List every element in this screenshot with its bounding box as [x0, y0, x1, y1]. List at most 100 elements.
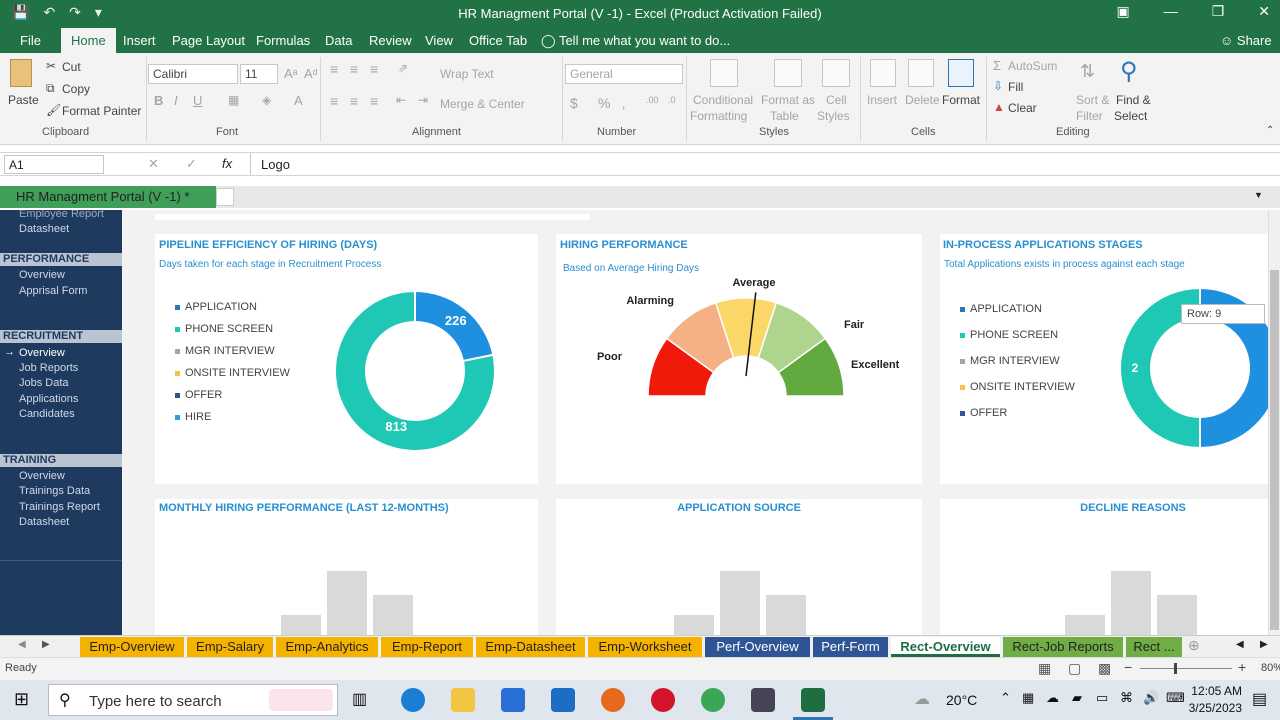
sheet-tab[interactable]: Emp-Salary	[187, 637, 273, 657]
currency-icon[interactable]: $	[570, 95, 578, 111]
align-right-icon[interactable]: ≡	[370, 93, 378, 109]
formula-input[interactable]: Logo	[250, 153, 1270, 175]
font-name-select[interactable]: Calibri	[148, 64, 238, 84]
zoom-in-icon[interactable]: +	[1238, 659, 1246, 675]
sidebar-item-employee-report[interactable]: Employee Report	[19, 210, 104, 220]
copy-button[interactable]: Copy	[62, 82, 90, 96]
tab-formulas[interactable]: Formulas	[256, 33, 310, 48]
sheet-tab[interactable]: Emp-Analytics	[276, 637, 378, 657]
align-top-icon[interactable]: ≡	[330, 61, 338, 77]
scrollbar-thumb[interactable]	[1270, 270, 1279, 630]
number-format-select[interactable]: General	[565, 64, 683, 84]
format-painter-button[interactable]: Format Painter	[62, 104, 141, 118]
page-break-view-icon[interactable]: ▩	[1098, 660, 1111, 677]
sidebar-item-trainings-report[interactable]: Trainings Report	[19, 501, 100, 513]
insert-cells-button[interactable]: Insert	[867, 93, 897, 107]
name-box[interactable]: A1	[4, 155, 104, 174]
percent-icon[interactable]: %	[598, 95, 610, 111]
sidebar-item-training-overview[interactable]: Overview	[19, 470, 65, 482]
delete-cells-button[interactable]: Delete	[905, 93, 940, 107]
windows-start-icon[interactable]: ⊞	[14, 689, 29, 710]
onedrive-icon[interactable]: ☁	[1046, 690, 1059, 706]
sheet-tab[interactable]: Emp-Worksheet	[588, 637, 702, 657]
share-button[interactable]: ☺ Share	[1220, 33, 1272, 48]
close-icon[interactable]: ✕	[1258, 3, 1270, 20]
fill-color-icon[interactable]: ◈	[262, 93, 271, 107]
zoom-out-icon[interactable]: −	[1124, 659, 1132, 675]
sidebar-item-applications[interactable]: Applications	[19, 393, 78, 405]
increase-indent-icon[interactable]: ⇥	[418, 93, 428, 107]
align-middle-icon[interactable]: ≡	[350, 61, 358, 77]
italic-icon[interactable]: I	[174, 93, 178, 108]
autosum-button[interactable]: AutoSum	[1008, 59, 1057, 73]
sort-filter-label[interactable]: Sort &	[1076, 93, 1109, 107]
sort-filter-label-2[interactable]: Filter	[1076, 109, 1103, 123]
sidebar-item-datasheet[interactable]: Datasheet	[19, 223, 69, 235]
sheet-tab[interactable]: Perf-Form	[813, 637, 888, 657]
tab-view[interactable]: View	[425, 33, 453, 48]
microphone-icon[interactable]: ▰	[1072, 690, 1082, 706]
meet-now-icon[interactable]: ▦	[1022, 690, 1034, 706]
insert-function-icon[interactable]: fx	[222, 156, 232, 171]
sheet-tab[interactable]: Emp-Overview	[80, 637, 184, 657]
tab-data[interactable]: Data	[325, 33, 352, 48]
sheet-tab[interactable]: Perf-Overview	[705, 637, 810, 657]
format-cells-icon[interactable]	[948, 59, 974, 87]
zoom-slider[interactable]	[1140, 668, 1232, 669]
edge-icon[interactable]	[401, 688, 425, 712]
minimize-icon[interactable]: —	[1164, 3, 1178, 20]
paste-button[interactable]: Paste	[8, 93, 39, 107]
cancel-icon[interactable]: ✕	[148, 156, 159, 172]
font-size-select[interactable]: 11	[240, 64, 278, 84]
format-as-table-icon[interactable]	[774, 59, 802, 87]
sidebar-item-perf-overview[interactable]: Overview	[19, 269, 65, 281]
scroll-tabs-left-icon[interactable]: ◀	[1236, 639, 1244, 650]
delete-cells-icon[interactable]	[908, 59, 934, 87]
tab-review[interactable]: Review	[369, 33, 412, 48]
conditional-formatting-label[interactable]: Conditional	[693, 93, 753, 107]
cell-styles-icon[interactable]	[822, 59, 850, 87]
sheet-tab[interactable]: Rect ...	[1126, 637, 1182, 657]
sidebar-item-jobs-data[interactable]: Jobs Data	[19, 377, 69, 389]
merge-center-button[interactable]: Merge & Center	[440, 97, 525, 111]
tab-insert[interactable]: Insert	[123, 33, 156, 48]
sidebar-item-job-reports[interactable]: Job Reports	[19, 362, 78, 374]
format-cells-button[interactable]: Format	[942, 93, 980, 107]
excel-icon[interactable]	[801, 688, 825, 712]
task-view-icon[interactable]: ▥	[352, 689, 367, 709]
store-icon[interactable]	[501, 688, 525, 712]
conditional-formatting-label-2[interactable]: Formatting	[690, 109, 747, 123]
wrap-text-button[interactable]: Wrap Text	[440, 67, 494, 81]
cell-styles-label[interactable]: Cell	[826, 93, 847, 107]
enter-icon[interactable]: ✓	[186, 156, 197, 172]
sidebar-item-training-datasheet[interactable]: Datasheet	[19, 516, 69, 528]
underline-icon[interactable]: U	[193, 93, 202, 108]
media-player-icon[interactable]	[751, 688, 775, 712]
align-left-icon[interactable]: ≡	[330, 93, 338, 109]
orientation-icon[interactable]: ⇗	[398, 61, 408, 75]
scroll-tabs-right-icon[interactable]: ▶	[1260, 639, 1268, 650]
fill-button[interactable]: Fill	[1008, 80, 1023, 94]
scroll-left-icon[interactable]: ◀	[18, 639, 26, 650]
clock-date[interactable]: 3/25/2023	[1166, 701, 1242, 715]
borders-icon[interactable]: ▦	[228, 93, 239, 107]
sheet-tab[interactable]: Rect-Job Reports	[1003, 637, 1123, 657]
tell-me-box[interactable]: ◯ Tell me what you want to do...	[541, 33, 730, 49]
decrease-decimal-icon[interactable]: .0	[668, 95, 676, 105]
cut-button[interactable]: Cut	[62, 60, 81, 74]
sidebar-item-trainings-data[interactable]: Trainings Data	[19, 485, 90, 497]
battery-icon[interactable]: ▭	[1096, 690, 1108, 706]
align-bottom-icon[interactable]: ≡	[370, 61, 378, 77]
zoom-level[interactable]: 80%	[1261, 662, 1280, 674]
clock-time[interactable]: 12:05 AM	[1172, 684, 1242, 698]
tab-page-layout[interactable]: Page Layout	[172, 33, 245, 48]
font-color-icon[interactable]: A	[294, 93, 303, 108]
chrome-icon[interactable]	[701, 688, 725, 712]
scroll-right-icon[interactable]: ▶	[42, 639, 50, 650]
find-select-label[interactable]: Find &	[1116, 93, 1151, 107]
format-as-table-label[interactable]: Format as	[761, 93, 815, 107]
sheet-tab[interactable]: Emp-Datasheet	[476, 637, 585, 657]
new-sheet-icon[interactable]: ⊕	[1188, 637, 1200, 654]
decrease-font-icon[interactable]: Aᵈ	[304, 66, 318, 81]
vertical-scrollbar[interactable]	[1268, 210, 1280, 635]
